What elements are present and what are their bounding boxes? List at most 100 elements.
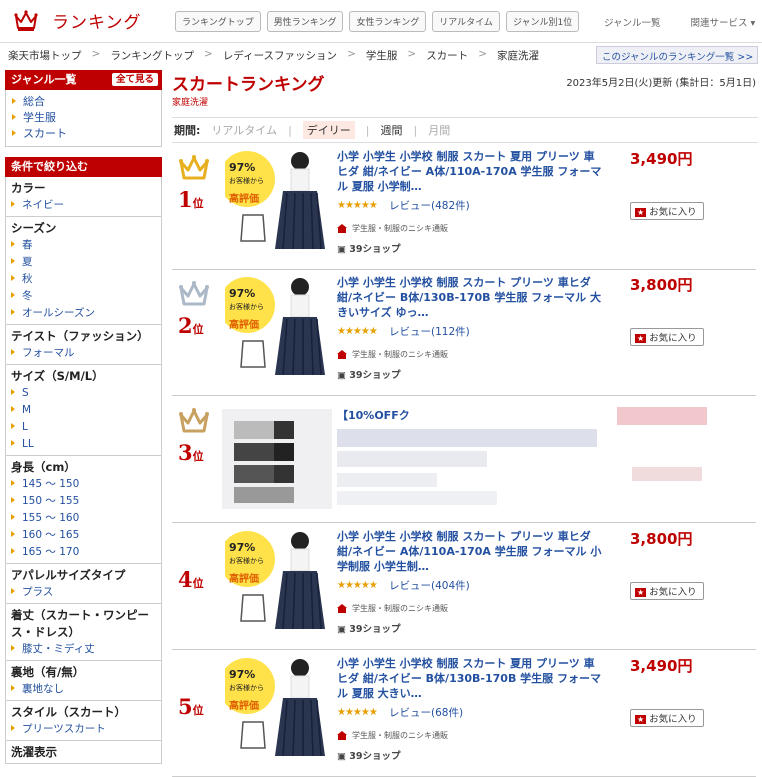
product-thumbnail[interactable]: 97% お客様から 高評価: [219, 275, 326, 378]
svg-text:高評価: 高評価: [229, 572, 259, 585]
header-nav: ランキングトップ 男性ランキング 女性ランキング リアルタイム ジャンル別1位: [175, 11, 580, 32]
favorite-button[interactable]: ★ お気に入り: [630, 328, 704, 346]
filter-option[interactable]: 145 ～ 150: [11, 476, 161, 493]
logo-text: ランキング: [52, 13, 142, 33]
filter-option[interactable]: 冬: [11, 288, 161, 305]
filter-option[interactable]: S: [11, 385, 161, 402]
blurred-region: [617, 407, 707, 425]
filter-group: カラー ネイビー: [6, 177, 161, 216]
filter-group: 身長（cm） 145 ～ 150 150 ～ 155 155 ～ 160 160 ～ 1…: [6, 455, 161, 563]
product-name[interactable]: 小学 小学生 小学校 制服 スカート 夏用 プリーツ 車ヒダ 紺/ネイビー A体…: [337, 149, 603, 194]
product-thumbnail[interactable]: 97% お客様から 高評価: [219, 149, 326, 252]
blurred-region: [632, 467, 702, 481]
page-title: スカートランキング: [172, 75, 325, 95]
blurred-region: [337, 429, 597, 447]
product-name[interactable]: 小学 小学生 小学校 制服 スカート プリーツ 車ヒダ 紺/ネイビー B体/13…: [337, 275, 603, 320]
nav-genre-first[interactable]: ジャンル別1位: [505, 11, 580, 32]
rank-number: 4位: [178, 567, 204, 592]
filter-option[interactable]: 夏: [11, 254, 161, 271]
filter-group-title: スタイル（スカート）: [11, 705, 126, 719]
favorite-button[interactable]: ★ お気に入り: [630, 709, 704, 727]
product-name[interactable]: 小学 小学生 小学校 制服 スカート プリーツ 車ヒダ 紺/ネイビー A体/11…: [337, 529, 603, 574]
filter-option[interactable]: LL: [11, 436, 161, 453]
points-shop-badge: ▣ 39ショップ: [337, 624, 401, 635]
filter-option[interactable]: M: [11, 402, 161, 419]
filter-option[interactable]: 155 ～ 160: [11, 510, 161, 527]
tab-realtime[interactable]: リアルタイム: [211, 122, 277, 138]
breadcrumb-item[interactable]: レディースファッション: [223, 48, 337, 63]
show-all-button[interactable]: 全て見る: [111, 73, 158, 86]
genre-list-title: ジャンル一覧: [11, 73, 77, 86]
blurred-region: [234, 421, 274, 439]
rank-number: 2位: [178, 313, 204, 338]
points-shop-badge: ▣ 39ショップ: [337, 370, 401, 381]
thumb-badge-number: 97%: [229, 668, 255, 681]
svg-text:高評価: 高評価: [229, 192, 259, 205]
product-name[interactable]: 【10%OFFク: [337, 408, 603, 423]
genre-ranking-list-link[interactable]: このジャンルのランキング一覧 >>: [596, 46, 758, 64]
filter-option[interactable]: プリーツスカート: [11, 721, 161, 738]
filter-option[interactable]: 150 ～ 155: [11, 493, 161, 510]
nav-male-ranking[interactable]: 男性ランキング: [266, 11, 344, 32]
favorite-button[interactable]: ★ お気に入り: [630, 582, 704, 600]
favorite-button[interactable]: ★ お気に入り: [630, 202, 704, 220]
tab-monthly[interactable]: 月間: [428, 122, 450, 138]
genre-list-link[interactable]: ジャンル一覧: [604, 15, 661, 29]
breadcrumb-item[interactable]: 楽天市場トップ: [8, 48, 82, 63]
breadcrumb-item[interactable]: 家庭洗濯: [497, 48, 539, 63]
ranking-logo[interactable]: ランキング: [14, 8, 142, 33]
rating-stars: ★★★★★: [337, 580, 378, 591]
shop-link[interactable]: 学生服・制服のニシキ通販: [337, 730, 448, 741]
nav-realtime[interactable]: リアルタイム: [432, 11, 500, 32]
filter-group-title: サイズ（S/M/L）: [11, 369, 104, 383]
product-name[interactable]: 小学 小学生 小学校 制服 スカート 夏用 プリーツ 車ヒダ 紺/ネイビー B体…: [337, 656, 603, 701]
shop-house-icon: [337, 731, 347, 740]
filter-option[interactable]: ネイビー: [11, 197, 161, 214]
ranking-item: 3位 【10%OFFク: [172, 399, 756, 523]
product-price: 3,800円: [630, 530, 693, 548]
filter-option[interactable]: 160 ～ 165: [11, 527, 161, 544]
review-count-link[interactable]: レビュー(404件): [389, 578, 470, 593]
nav-ranking-top[interactable]: ランキングトップ: [175, 11, 261, 32]
filter-option[interactable]: 春: [11, 237, 161, 254]
shop-link[interactable]: 学生服・制服のニシキ通販: [337, 223, 448, 234]
rank-number: 1位: [178, 187, 204, 212]
nav-female-ranking[interactable]: 女性ランキング: [349, 11, 427, 32]
crown-logo-icon: [14, 9, 38, 31]
filter-group-title: 裏地（有/無）: [11, 665, 85, 679]
period-label: 期間:: [174, 124, 201, 137]
shop-link[interactable]: 学生服・制服のニシキ通販: [337, 603, 448, 614]
tab-weekly[interactable]: 週間: [381, 122, 403, 138]
filter-option[interactable]: オールシーズン: [11, 305, 161, 322]
rank-number: 3位: [178, 440, 204, 465]
filter-option[interactable]: L: [11, 419, 161, 436]
related-services-link[interactable]: 関連サービス ▾: [691, 15, 756, 29]
genre-item[interactable]: スカート: [12, 126, 161, 142]
filter-option[interactable]: 秋: [11, 271, 161, 288]
breadcrumb-item[interactable]: スカート: [426, 48, 468, 63]
product-thumbnail[interactable]: 97% お客様から 高評価: [219, 656, 326, 759]
page-subtitle: 家庭洗濯: [172, 98, 209, 108]
filter-group: シーズン春夏秋冬オールシーズン: [6, 216, 161, 324]
filter-option[interactable]: プラス: [11, 584, 161, 601]
product-thumbnail[interactable]: 97% お客様から 高評価: [219, 529, 326, 632]
filter-option[interactable]: 膝丈・ミディ丈: [11, 641, 161, 658]
shop-link[interactable]: 学生服・制服のニシキ通販: [337, 349, 448, 360]
genre-item[interactable]: 総合: [12, 94, 161, 110]
breadcrumb-item[interactable]: ランキングトップ: [110, 48, 194, 63]
blurred-region: [337, 473, 437, 487]
review-count-link[interactable]: レビュー(112件): [389, 324, 470, 339]
svg-text:お客様から: お客様から: [229, 176, 264, 185]
review-count-link[interactable]: レビュー(68件): [389, 705, 463, 720]
filter-option[interactable]: 裏地なし: [11, 681, 161, 698]
filter-option[interactable]: フォーマル: [11, 345, 161, 362]
tab-daily[interactable]: デイリー: [302, 121, 355, 139]
star-icon: ★: [635, 715, 647, 724]
review-count-link[interactable]: レビュー(482件): [389, 198, 470, 213]
filter-option[interactable]: 165 ～ 170: [11, 544, 161, 561]
product-price: 3,800円: [630, 276, 693, 294]
genre-item[interactable]: 学生服: [12, 110, 161, 126]
breadcrumb-item[interactable]: 学生服: [366, 48, 398, 63]
update-date: 2023年5月2日(火)更新 (集計日：5月1日): [566, 78, 756, 89]
sidebar: ジャンル一覧 全て見る 総合 学生服 スカート 条件で絞り込む カラー ネイビーシ…: [5, 70, 162, 764]
